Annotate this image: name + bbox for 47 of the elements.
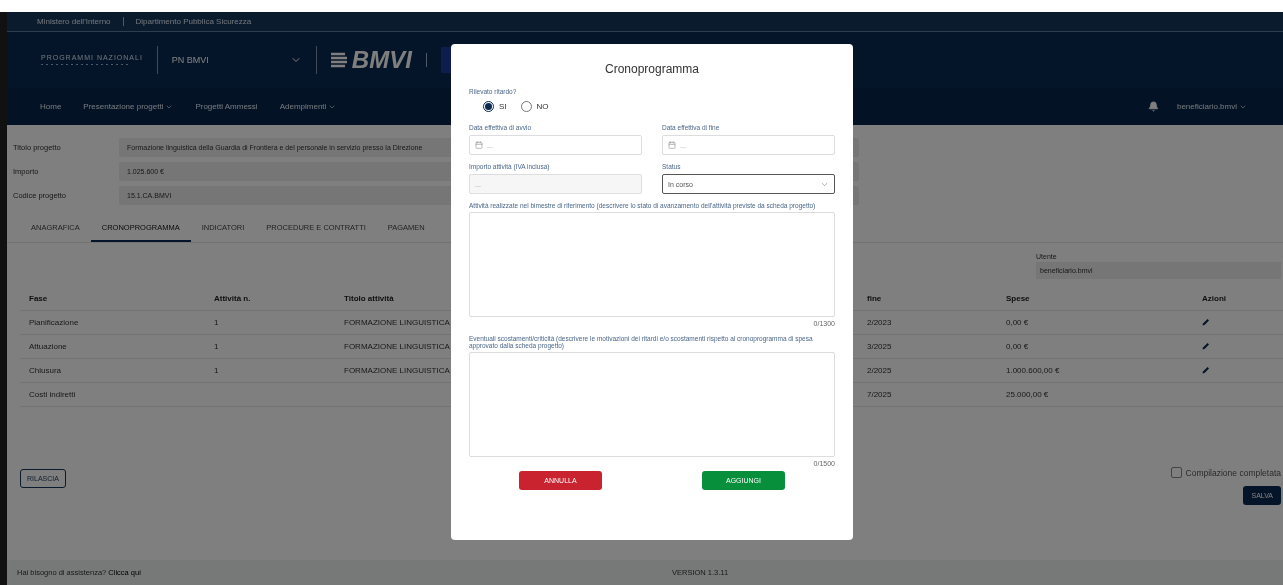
table-cell: Chiusura: [29, 366, 61, 375]
nav-link[interactable]: Home: [40, 102, 62, 111]
column-header: Azioni: [1193, 287, 1283, 311]
table-cell: 0,00 €: [1006, 342, 1029, 351]
program-select[interactable]: PN BMVI: [171, 54, 302, 66]
table-cell: 1: [214, 318, 219, 327]
table-cell: 1.000.600,00 €: [1006, 366, 1060, 375]
pencil-icon[interactable]: [1202, 366, 1210, 374]
column-header: Spese: [997, 287, 1193, 311]
brand-logo: BMVI: [330, 46, 412, 74]
radio-icon[interactable]: [483, 101, 494, 112]
table-cell: 2/2025: [867, 366, 892, 375]
table-cell: 1: [214, 342, 219, 351]
table-cell: 1: [214, 366, 219, 375]
table-cell: Attuazione: [29, 342, 67, 351]
logo-subtitle-icon: [41, 63, 131, 66]
column-header: Fase: [20, 287, 205, 311]
text-area[interactable]: [469, 352, 835, 457]
pencil-icon[interactable]: [1202, 342, 1210, 350]
table-cell: 0,00 €: [1006, 318, 1029, 327]
bell-icon[interactable]: [1147, 101, 1159, 112]
nav-link[interactable]: Presentazione progetti: [83, 102, 164, 111]
text-area[interactable]: [469, 212, 835, 317]
nav-link[interactable]: Progetti Ammessi: [195, 102, 258, 111]
table-cell: FORMAZIONE LINGUISTICA: [344, 366, 450, 375]
table-cell: Costi indiretti: [29, 390, 76, 399]
user-menu[interactable]: beneficiario.bmvi: [1176, 102, 1237, 111]
table-cell: 2/2023: [867, 318, 892, 327]
radio-option[interactable]: NO: [520, 101, 549, 112]
column-header: fine: [858, 287, 997, 311]
pencil-icon[interactable]: [1202, 318, 1210, 326]
table-cell: 7/2025: [867, 390, 892, 399]
column-header: Attività n.: [205, 287, 335, 311]
nav-link[interactable]: Adempimenti: [279, 102, 327, 111]
top-bar-link[interactable]: Dipartimento Pubblica Sicurezza: [135, 17, 252, 26]
calendar-icon: [475, 141, 483, 149]
calendar-icon: [668, 141, 676, 149]
top-bar-link[interactable]: Ministero dell'Interno: [37, 17, 111, 26]
modal-title: Cronoprogramma: [603, 62, 700, 76]
table-cell: 25.000,00 €: [1006, 390, 1049, 399]
table-cell: Pianificazione: [29, 318, 79, 327]
table-cell: 3/2025: [867, 342, 892, 351]
checkbox-label: Compilazione completata: [1185, 467, 1281, 478]
checkbox[interactable]: [1170, 467, 1182, 478]
table-cell: FORMAZIONE LINGUISTICA: [344, 318, 450, 327]
table-cell: FORMAZIONE LINGUISTICA: [344, 342, 450, 351]
radio-option[interactable]: SI: [483, 101, 507, 112]
